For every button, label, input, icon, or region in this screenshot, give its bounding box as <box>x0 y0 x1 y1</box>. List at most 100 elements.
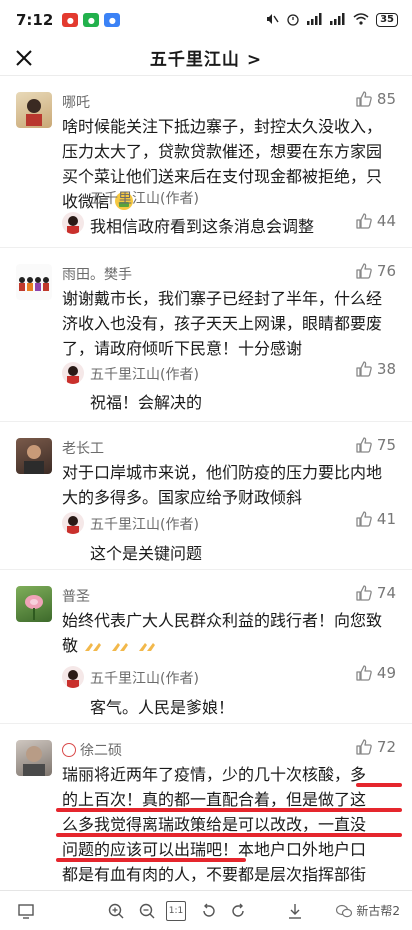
like-count: 72 <box>376 738 396 756</box>
praying-hands-emoji-icon <box>112 643 129 651</box>
thumbs-up-icon <box>356 437 372 453</box>
author-avatar[interactable] <box>62 212 84 234</box>
wechat-icon: ● <box>83 13 100 27</box>
comment-item: 哪吒 85 啥时候能关注下抵边寨子，封控太久没收入，压力太大了，贷款贷款催还，想… <box>0 76 412 248</box>
rotate-right-button[interactable] <box>228 901 248 921</box>
avatar[interactable] <box>16 264 52 300</box>
avatar[interactable] <box>16 586 52 622</box>
status-time: 7:12 <box>16 11 54 29</box>
reply-like-button[interactable]: 41 <box>355 510 396 528</box>
reply-author[interactable]: 五千里江山(作者) <box>90 668 199 688</box>
like-button[interactable]: 75 <box>355 436 396 454</box>
comment-text: 谢谢戴市长，我们寨子已经封了半年，什么经济收入也没有，孩子天天上网课，眼睛都要废… <box>62 289 383 358</box>
reply-text: 这个是关键问题 <box>90 544 203 563</box>
comment-list[interactable]: 哪吒 85 啥时候能关注下抵边寨子，封控太久没收入，压力太大了，贷款贷款催还，想… <box>0 76 412 890</box>
comment-username[interactable]: 徐二硕 <box>80 743 122 759</box>
close-icon <box>16 50 32 66</box>
like-count: 85 <box>376 90 396 108</box>
like-button[interactable]: 85 <box>355 90 396 108</box>
page-title[interactable]: 五千里江山 > <box>0 45 412 70</box>
monitor-icon <box>18 904 34 919</box>
zoom-out-button[interactable] <box>137 901 157 921</box>
like-count: 74 <box>376 584 396 602</box>
highlight-underline <box>56 808 402 812</box>
like-button[interactable]: 72 <box>355 738 396 756</box>
author-avatar[interactable] <box>62 512 84 534</box>
download-button[interactable] <box>285 901 305 921</box>
wifi-icon <box>353 12 369 28</box>
comment-username[interactable]: 普圣 <box>62 586 90 606</box>
zoom-in-icon <box>108 903 124 919</box>
zoom-in-button[interactable] <box>106 901 126 921</box>
comment-item: 徐二硕 72 瑞丽将近两年了疫情，少的几十次核酸，多 的上百次！真的都一直配合着… <box>0 724 412 890</box>
reply-author[interactable]: 五千里江山(作者) <box>90 364 199 384</box>
comment-username[interactable]: 哪吒 <box>62 92 90 112</box>
author-avatar[interactable] <box>62 362 84 384</box>
thumbs-up-icon <box>356 91 372 107</box>
reply-author[interactable]: 五千里江山(作者) <box>90 514 199 534</box>
like-count: 76 <box>376 262 396 280</box>
reply-like-button[interactable]: 49 <box>355 664 396 682</box>
thumbs-up-icon <box>356 263 372 279</box>
screen-button[interactable] <box>16 901 36 921</box>
reply-text: 我相信政府看到这条消息会调整 <box>90 217 315 236</box>
reply-like-button[interactable]: 38 <box>355 360 396 378</box>
comment-username[interactable]: 老长工 <box>62 438 104 458</box>
highlight-underline <box>356 783 402 787</box>
rotate-right-icon <box>232 903 244 917</box>
top-nav-bar: 五千里江山 > <box>0 40 412 76</box>
comment-item: 雨田。樊手 76 谢谢戴市长，我们寨子已经封了半年，什么经济收入也没有，孩子天天… <box>0 248 412 422</box>
download-icon <box>289 904 301 919</box>
watermark-text: 新古帮2 <box>356 904 400 918</box>
rotate-left-button[interactable] <box>199 901 219 921</box>
signal-icon-2 <box>330 12 346 28</box>
app-icon: ● <box>104 13 121 27</box>
actual-size-button[interactable]: 1:1 <box>166 901 186 921</box>
highlight-underline <box>56 833 402 837</box>
signal-icon <box>307 12 323 28</box>
status-bar: 7:12 ● ● ● 35 <box>0 0 412 40</box>
like-count: 75 <box>376 436 396 454</box>
thumbs-up-icon <box>356 739 372 755</box>
thumbs-up-icon <box>356 361 372 377</box>
comment-text: 瑞丽将近两年了疫情，少的几十次核酸，多 的上百次！真的都一直配合着，但是做了这 … <box>62 762 392 887</box>
avatar[interactable] <box>16 740 52 776</box>
comment-item: 老长工 75 对于口岸城市来说，他们防疫的压力要比内地大的多得多。国家应给予财政… <box>0 422 412 570</box>
comment-username[interactable]: 雨田。樊手 <box>62 264 132 284</box>
reply-text: 祝福！会解决的 <box>90 393 203 412</box>
highlight-underline <box>56 858 246 862</box>
like-count: 41 <box>376 510 396 528</box>
thumbs-up-icon <box>356 213 372 229</box>
battery-indicator: 35 <box>376 13 398 27</box>
author-avatar[interactable] <box>62 666 84 688</box>
avatar[interactable] <box>16 92 52 128</box>
wechat-logo-icon <box>336 904 353 917</box>
zoom-out-icon <box>139 903 155 919</box>
like-count: 49 <box>376 664 396 682</box>
thumbs-up-icon <box>356 665 372 681</box>
mute-icon <box>265 12 279 29</box>
like-button[interactable]: 74 <box>355 584 396 602</box>
alarm-icon <box>286 12 300 29</box>
comment-text-line: 都是有血有肉的人，不要都是层次指挥部街 <box>62 865 367 884</box>
thumbs-up-icon <box>356 585 372 601</box>
comment-item: 普圣 74 始终代表广大人民群众利益的践行者！向您致敬 五千里江山(作者) 客气… <box>0 570 412 724</box>
thumbs-up-icon <box>356 511 372 527</box>
comment-text: 对于口岸城市来说，他们防疫的压力要比内地大的多得多。国家应给予财政倾斜 <box>62 463 383 507</box>
reply-author[interactable]: 五千里江山(作者) <box>90 188 199 208</box>
rotate-left-icon <box>203 903 215 917</box>
reply-text: 客气。人民是爹娘！ <box>90 698 235 717</box>
badge-icon <box>62 743 76 757</box>
like-count: 38 <box>376 360 396 378</box>
praying-hands-emoji-icon <box>139 643 156 651</box>
watermark: 新古帮2 <box>336 902 400 919</box>
weibo-icon: ● <box>62 13 79 27</box>
like-count: 44 <box>376 212 396 230</box>
bottom-toolbar: 1:1 新古帮2 <box>0 890 412 930</box>
reply-like-button[interactable]: 44 <box>355 212 396 230</box>
praying-hands-emoji-icon <box>85 643 102 651</box>
close-button[interactable] <box>10 44 38 72</box>
comment-text-line: 瑞丽将近两年了疫情，少的几十次核酸，多 <box>62 765 367 784</box>
avatar[interactable] <box>16 438 52 474</box>
like-button[interactable]: 76 <box>355 262 396 280</box>
